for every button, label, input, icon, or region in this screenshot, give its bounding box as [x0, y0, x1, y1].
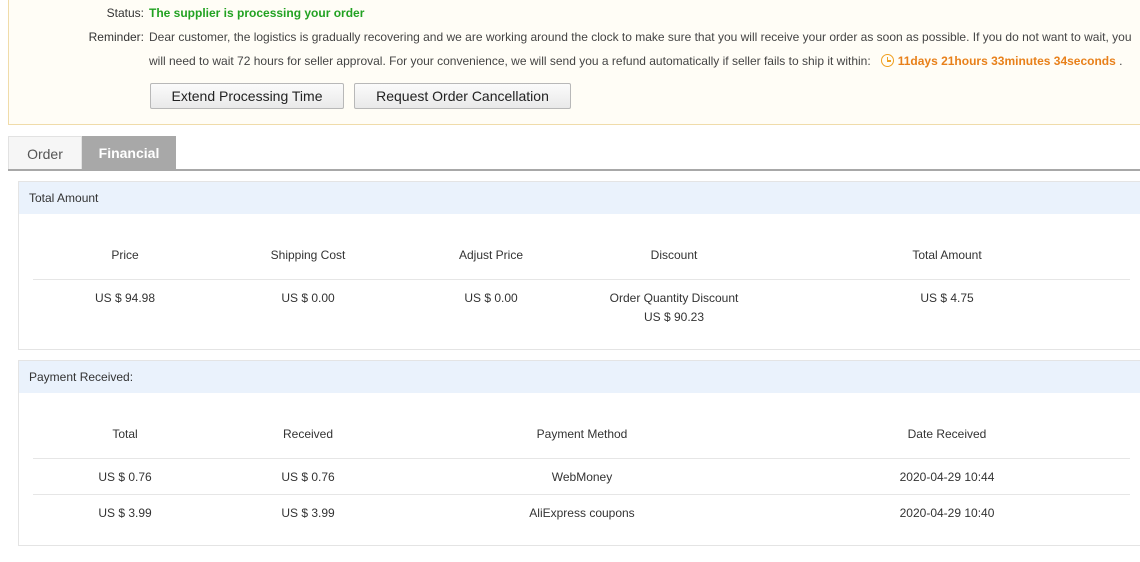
header-shipping-cost: Shipping Cost [270, 248, 346, 262]
reminder-text-line-2: will need to wait 72 hours for seller ap… [149, 54, 1123, 68]
payment-received-title: Payment Received: [19, 361, 1140, 393]
total-amount-title: Total Amount [19, 182, 1140, 214]
payment-received: US $ 3.99 [281, 506, 335, 520]
payment-received-panel: Payment Received: Total Received Payment… [18, 360, 1140, 546]
status-label: Status: [106, 6, 144, 20]
payment-total: US $ 3.99 [98, 506, 152, 520]
refund-countdown: 11days 21hours 33minutes 34seconds [897, 54, 1116, 68]
payment-received: US $ 0.76 [281, 470, 335, 484]
header-payment-method: Payment Method [536, 427, 628, 441]
tab-financial[interactable]: Financial [82, 136, 176, 170]
adjust-price-value: US $ 0.00 [464, 291, 518, 305]
extend-processing-time-button[interactable]: Extend Processing Time [150, 83, 344, 109]
price-value: US $ 94.98 [94, 291, 156, 305]
request-order-cancellation-button[interactable]: Request Order Cancellation [354, 83, 571, 109]
reminder-text-line-1: Dear customer, the logistics is graduall… [149, 30, 1132, 44]
header-price: Price [111, 248, 139, 262]
header-discount: Discount [650, 248, 698, 262]
clock-icon [880, 54, 894, 67]
header-adjust-price: Adjust Price [458, 248, 524, 262]
payment-total: US $ 0.76 [98, 470, 152, 484]
countdown-suffix: . [1119, 54, 1123, 68]
header-date-received: Date Received [907, 427, 987, 441]
order-status-panel: Status: The supplier is processing your … [8, 0, 1140, 125]
discount-value: US $ 90.23 [643, 310, 705, 324]
status-value: The supplier is processing your order [149, 6, 365, 20]
table-divider [33, 458, 1130, 459]
reminder-text-line-2-body: will need to wait 72 hours for seller ap… [149, 54, 871, 68]
shipping-cost-value: US $ 0.00 [281, 291, 335, 305]
payment-date: 2020-04-29 10:40 [899, 506, 995, 520]
header-total-amount: Total Amount [912, 248, 982, 262]
payment-method: AliExpress coupons [529, 506, 635, 520]
header-total: Total [112, 427, 138, 441]
tab-divider [8, 169, 1140, 171]
total-amount-panel: Total Amount Price Shipping Cost Adjust … [18, 181, 1140, 350]
table-divider [33, 279, 1130, 280]
table-divider [33, 494, 1130, 495]
payment-method: WebMoney [551, 470, 613, 484]
total-amount-value: US $ 4.75 [920, 291, 974, 305]
payment-date: 2020-04-29 10:44 [899, 470, 995, 484]
discount-name: Order Quantity Discount [609, 291, 739, 305]
reminder-label: Reminder: [88, 30, 144, 44]
tab-order[interactable]: Order [8, 136, 82, 170]
header-received: Received [282, 427, 334, 441]
